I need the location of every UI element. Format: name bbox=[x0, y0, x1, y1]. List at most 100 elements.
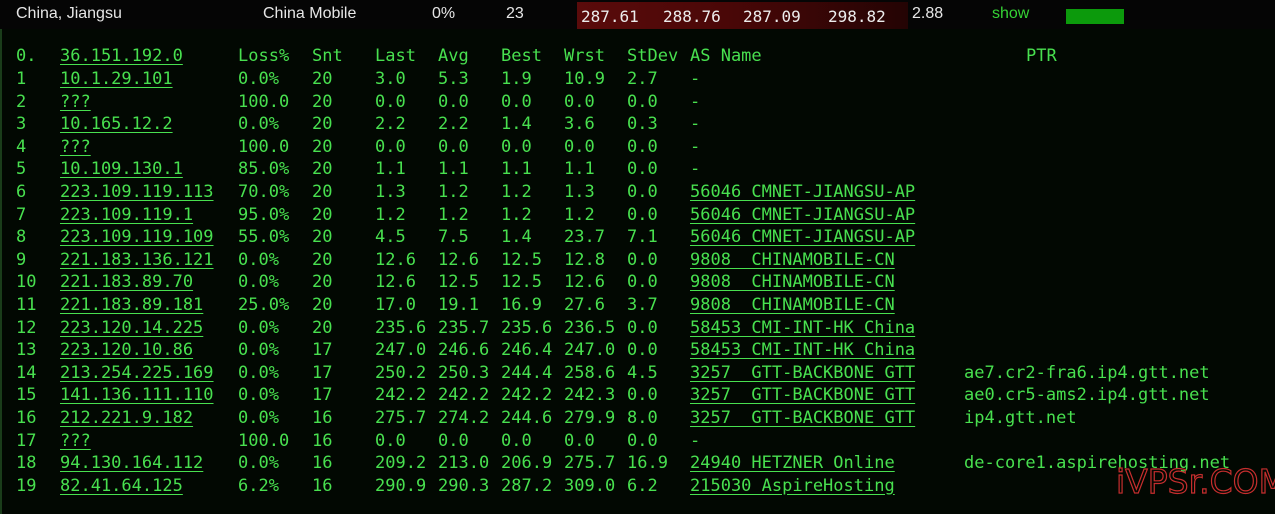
hop-as-name: - bbox=[690, 136, 701, 157]
hop-loss: 100.0 bbox=[238, 91, 290, 112]
status-bar-indicator bbox=[1066, 9, 1124, 24]
hop-number: 13 bbox=[16, 340, 37, 361]
hop-sent: 16 bbox=[312, 408, 333, 428]
hop-as-name[interactable]: 9808 CHINAMOBILE-CN bbox=[690, 271, 895, 293]
hop-last: 2.2 bbox=[375, 114, 406, 135]
hop-loss: 0.0% bbox=[238, 362, 279, 383]
hop-avg: 12.6 bbox=[438, 249, 479, 270]
hop-host-link[interactable]: 94.130.164.112 bbox=[60, 452, 203, 474]
hop-avg: 0.0 bbox=[438, 430, 469, 451]
hop-as-name[interactable]: 58453 CMI-INT-HK China bbox=[690, 339, 915, 361]
hop-stdev: 0.0 bbox=[627, 430, 658, 451]
hop-worst: 0.0 bbox=[564, 91, 595, 112]
hop-best: 1.4 bbox=[501, 227, 532, 248]
hop-last: 1.2 bbox=[375, 204, 406, 225]
hop-best: 206.9 bbox=[501, 453, 553, 474]
hop-loss: 0.0% bbox=[238, 69, 279, 89]
hop-stdev: 6.2 bbox=[627, 475, 658, 496]
hop-sent: 20 bbox=[312, 317, 333, 338]
hop-host-link[interactable]: ??? bbox=[60, 136, 91, 158]
hop-last: 0.0 bbox=[375, 91, 406, 112]
hop-loss: 25.0% bbox=[238, 295, 290, 315]
hop-avg: 213.0 bbox=[438, 453, 490, 474]
hop-last: 1.1 bbox=[375, 159, 406, 180]
hop-host-link[interactable]: 10.165.12.2 bbox=[60, 113, 173, 135]
hop-as-name[interactable]: 56046 CMNET-JIANGSU-AP bbox=[690, 204, 915, 226]
hop-best: 12.5 bbox=[501, 272, 542, 293]
hop-avg: 5.3 bbox=[438, 69, 469, 89]
hop-host-link[interactable]: 223.109.119.109 bbox=[60, 226, 214, 248]
latency-avg: 288.76 bbox=[663, 7, 721, 26]
hop-avg: 235.7 bbox=[438, 317, 490, 338]
hop-loss: 0.0% bbox=[238, 385, 279, 406]
hop-as-name[interactable]: 24940 HETZNER Online bbox=[690, 452, 895, 474]
latency-worst: 298.82 bbox=[828, 7, 886, 26]
hop-as-name[interactable]: 3257 GTT-BACKBONE GTT bbox=[690, 362, 915, 384]
hop-stdev: 0.0 bbox=[627, 182, 658, 202]
hop-as-name[interactable]: 3257 GTT-BACKBONE GTT bbox=[690, 407, 915, 429]
hop-loss: 100.0 bbox=[238, 136, 290, 157]
hop-host-link[interactable]: 221.183.89.70 bbox=[60, 271, 193, 293]
hop-host-link[interactable]: 223.120.14.225 bbox=[60, 317, 203, 339]
hop-number: 14 bbox=[16, 362, 37, 383]
hop-sent: 20 bbox=[312, 136, 333, 157]
hop-sent: 17 bbox=[312, 385, 333, 406]
hop-host-link[interactable]: 221.183.89.181 bbox=[60, 294, 203, 316]
hop-last: 242.2 bbox=[375, 385, 427, 406]
header-host[interactable]: 36.151.192.0 bbox=[60, 45, 183, 67]
hop-best: 244.4 bbox=[501, 362, 553, 383]
hop-as-name[interactable]: 3257 GTT-BACKBONE GTT bbox=[690, 384, 915, 406]
hop-last: 290.9 bbox=[375, 475, 427, 496]
hop-best: 242.2 bbox=[501, 385, 553, 406]
hop-stdev: 4.5 bbox=[627, 362, 658, 383]
show-button[interactable]: show bbox=[992, 5, 1029, 23]
hop-host-link[interactable]: 223.120.10.86 bbox=[60, 339, 193, 361]
hop-host-link[interactable]: 10.1.29.101 bbox=[60, 68, 173, 90]
hop-number: 17 bbox=[16, 430, 37, 451]
hop-host-link[interactable]: 223.109.119.113 bbox=[60, 181, 214, 203]
hop-host-link[interactable]: ??? bbox=[60, 91, 91, 113]
hop-stdev: 0.0 bbox=[627, 249, 658, 270]
hop-avg: 274.2 bbox=[438, 408, 490, 428]
hop-worst: 10.9 bbox=[564, 69, 605, 89]
hop-stdev: 0.0 bbox=[627, 159, 658, 180]
hop-stdev: 0.0 bbox=[627, 340, 658, 361]
hop-sent: 20 bbox=[312, 227, 333, 248]
hop-as-name[interactable]: 56046 CMNET-JIANGSU-AP bbox=[690, 181, 915, 203]
hop-number: 7 bbox=[16, 204, 27, 225]
hop-sent: 16 bbox=[312, 453, 333, 474]
hop-best: 1.4 bbox=[501, 114, 532, 135]
hop-last: 4.5 bbox=[375, 227, 406, 248]
hop-as-name[interactable]: 215030 AspireHosting bbox=[690, 475, 895, 497]
hop-host-link[interactable]: 213.254.225.169 bbox=[60, 362, 214, 384]
mtr-output-panel: 0. 36.151.192.0 Loss% Snt Last Avg Best … bbox=[0, 29, 1275, 514]
stdev-value: 2.88 bbox=[912, 5, 944, 22]
hop-loss: 70.0% bbox=[238, 182, 290, 202]
hop-best: 1.9 bbox=[501, 69, 532, 89]
hop-sent: 20 bbox=[312, 69, 333, 89]
hop-host-link[interactable]: 221.183.136.121 bbox=[60, 249, 214, 271]
hop-ptr: ae7.cr2-fra6.ip4.gtt.net bbox=[964, 362, 1210, 383]
hop-avg: 19.1 bbox=[438, 295, 479, 315]
hop-host-link[interactable]: 82.41.64.125 bbox=[60, 475, 183, 497]
hop-worst: 0.0 bbox=[564, 136, 595, 157]
hop-stdev: 3.7 bbox=[627, 295, 658, 315]
hop-sent: 20 bbox=[312, 295, 333, 315]
hop-as-name[interactable]: 9808 CHINAMOBILE-CN bbox=[690, 249, 895, 271]
hop-host-link[interactable]: 212.221.9.182 bbox=[60, 407, 193, 429]
hop-number: 19 bbox=[16, 475, 37, 496]
hop-worst: 12.8 bbox=[564, 249, 605, 270]
hop-number: 11 bbox=[16, 295, 37, 315]
hop-as-name[interactable]: 56046 CMNET-JIANGSU-AP bbox=[690, 226, 915, 248]
latency-best: 287.09 bbox=[743, 7, 801, 26]
hop-host-link[interactable]: 10.109.130.1 bbox=[60, 158, 183, 180]
hop-ptr: ip4.gtt.net bbox=[964, 408, 1077, 428]
hop-host-link[interactable]: ??? bbox=[60, 430, 91, 452]
hop-as-name[interactable]: 9808 CHINAMOBILE-CN bbox=[690, 294, 895, 316]
hop-host-link[interactable]: 141.136.111.110 bbox=[60, 384, 214, 406]
hop-as-name[interactable]: 58453 CMI-INT-HK China bbox=[690, 317, 915, 339]
hop-best: 12.5 bbox=[501, 249, 542, 270]
hop-avg: 2.2 bbox=[438, 114, 469, 135]
hop-best: 1.2 bbox=[501, 182, 532, 202]
hop-host-link[interactable]: 223.109.119.1 bbox=[60, 204, 193, 226]
